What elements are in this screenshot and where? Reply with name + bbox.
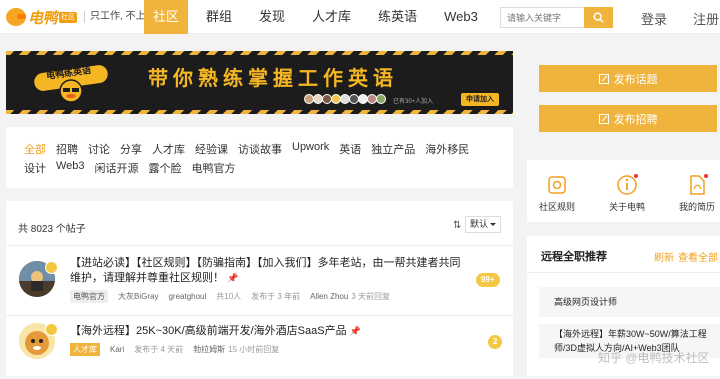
category-talent[interactable]: 人才库 xyxy=(152,141,185,160)
post-meta: 电鸭官方 大灰BiGray greatghoul 共10人 发布于 3 年前 A… xyxy=(70,290,400,303)
gear-icon xyxy=(546,174,568,196)
post-time: 发布于 3 年前 xyxy=(251,292,301,301)
post-meta: 人才库 Kari 发布于 4 天前 勃拉姆斯 15 小时前回复 xyxy=(70,343,289,356)
nav-talent[interactable]: 人才库 xyxy=(303,0,360,34)
reply-count-badge: 2 xyxy=(488,335,503,349)
post-list: 共 8023 个帖子 ⇅ 默认 【进站必读】【社区规则】【防骗指南】【加入我们】… xyxy=(6,201,513,376)
nav-groups[interactable]: 群组 xyxy=(197,0,241,34)
banner-stripe-bottom xyxy=(6,110,513,114)
logo-text: 电鸭 xyxy=(28,9,58,27)
sort-select[interactable]: 默认 xyxy=(465,216,501,233)
search-icon xyxy=(593,12,604,23)
category-filter: 全部 招聘 讨论 分享 人才库 经验课 访谈故事 Upwork 英语 独立产品 … xyxy=(6,127,513,188)
login-link[interactable]: 登录 xyxy=(641,9,667,28)
post-item[interactable]: 【进站必读】【社区规则】【防骗指南】【加入我们】多年老站，由一帮共建者共同维护，… xyxy=(6,252,513,314)
category-showface[interactable]: 露个脸 xyxy=(149,160,182,179)
main-nav: 社区 群组 发现 人才库 练英语 Web3 xyxy=(144,0,496,34)
sort-icon: ⇅ xyxy=(453,220,462,231)
top-navbar: 电鸭 社区 只工作, 不上班 社区 群组 发现 人才库 练英语 Web3 登录 … xyxy=(0,0,720,34)
category-row: 设计 Web3 闲话开源 露个脸 电鸭官方 xyxy=(24,160,513,179)
category-immigration[interactable]: 海外移民 xyxy=(425,141,469,160)
divider xyxy=(527,272,720,273)
search-box xyxy=(500,7,613,28)
banner-member-count: 已有30+人加入 xyxy=(393,99,434,105)
post-title[interactable]: 【进站必读】【社区规则】【防骗指南】【加入我们】多年老站，由一帮共建者共同维护，… xyxy=(70,256,470,286)
watermark: 知乎 @电鸭技术社区 xyxy=(598,351,710,365)
category-interview[interactable]: 访谈故事 xyxy=(238,141,282,160)
pin-icon: 📌 xyxy=(349,326,361,336)
post-count: 共 8023 个帖子 xyxy=(18,224,86,235)
category-all[interactable]: 全部 xyxy=(24,141,46,160)
english-banner[interactable]: 电鸭练英语 带你熟练掌握工作英语 已有30+人加入 申请加入 xyxy=(6,51,513,114)
job-item[interactable]: 高级网页设计师 xyxy=(539,287,720,317)
quick-link-resume[interactable]: 我的简历 xyxy=(667,174,720,213)
category-discuss[interactable]: 讨论 xyxy=(88,141,110,160)
post-last-reply: 3 天前回复 xyxy=(351,292,390,301)
nav-web3[interactable]: Web3 xyxy=(435,0,487,34)
quick-link-label: 我的简历 xyxy=(678,202,715,212)
publish-topic-button[interactable]: 发布话题 xyxy=(539,65,717,92)
category-indie[interactable]: 独立产品 xyxy=(371,141,415,160)
post-last-replier[interactable]: Allen Zhou xyxy=(310,292,348,301)
category-official[interactable]: 电鸭官方 xyxy=(192,160,236,179)
quick-link-about[interactable]: 关于电鸭 xyxy=(597,174,657,213)
level-badge-icon xyxy=(45,261,58,274)
category-design[interactable]: 设计 xyxy=(24,160,46,179)
info-icon xyxy=(616,174,638,196)
pin-icon: 📌 xyxy=(227,273,239,283)
divider xyxy=(6,245,513,246)
category-web3[interactable]: Web3 xyxy=(56,160,85,179)
jobs-title: 远程全职推荐 xyxy=(541,251,607,263)
divider xyxy=(6,315,513,316)
quick-links: 社区规则 关于电鸭 我的简历 xyxy=(527,160,720,222)
post-author[interactable]: Kari xyxy=(110,345,124,354)
duck-logo-icon xyxy=(6,8,26,26)
notification-dot xyxy=(704,174,708,178)
level-badge-icon xyxy=(45,323,58,336)
register-link[interactable]: 注册 xyxy=(693,9,719,28)
pdf-file-icon xyxy=(686,174,708,196)
notification-dot xyxy=(634,174,638,178)
quick-link-label: 社区规则 xyxy=(538,202,575,212)
search-input[interactable] xyxy=(500,7,584,28)
quick-link-label: 关于电鸭 xyxy=(608,202,645,212)
post-time: 发布于 4 天前 xyxy=(134,345,184,354)
post-last-reply: 15 小时前回复 xyxy=(228,345,280,354)
publish-recruit-button[interactable]: 发布招聘 xyxy=(539,105,717,132)
category-row: 全部 招聘 讨论 分享 人才库 经验课 访谈故事 Upwork 英语 独立产品 … xyxy=(24,141,513,160)
logo-badge: 社区 xyxy=(59,11,78,23)
member-avatars xyxy=(304,94,386,104)
edit-icon xyxy=(598,73,609,84)
site-logo[interactable]: 电鸭 社区 xyxy=(6,8,78,27)
reply-count-badge: 99+ xyxy=(476,273,500,287)
nav-discover[interactable]: 发现 xyxy=(250,0,294,34)
search-button[interactable] xyxy=(584,7,613,28)
post-last-replier[interactable]: 勃拉姆斯 xyxy=(193,344,225,355)
view-all-link[interactable]: 查看全部 xyxy=(678,249,718,264)
edit-icon xyxy=(598,113,609,124)
banner-title: 带你熟练掌握工作英语 xyxy=(148,68,398,90)
post-author[interactable]: 大灰BiGray xyxy=(118,291,158,302)
category-recruit[interactable]: 招聘 xyxy=(56,141,78,160)
category-course[interactable]: 经验课 xyxy=(195,141,228,160)
post-repliers[interactable]: greatghoul xyxy=(168,292,206,301)
refresh-link[interactable]: 刷新 xyxy=(654,249,674,264)
avatar xyxy=(376,94,386,104)
category-english[interactable]: 英语 xyxy=(339,141,361,160)
category-upwork[interactable]: Upwork xyxy=(292,141,329,160)
category-opensource[interactable]: 闲话开源 xyxy=(95,160,139,179)
post-tag[interactable]: 电鸭官方 xyxy=(70,290,108,303)
publish-recruit-label: 发布招聘 xyxy=(613,113,658,126)
category-share[interactable]: 分享 xyxy=(120,141,142,160)
post-members: 共10人 xyxy=(216,292,242,301)
banner-stripe-top xyxy=(6,51,513,55)
publish-topic-label: 发布话题 xyxy=(613,73,658,86)
banner-join-button[interactable]: 申请加入 xyxy=(461,93,499,106)
post-title[interactable]: 【海外远程】25K~30K/高级前端开发/海外酒店SaaS产品 📌 xyxy=(70,324,470,339)
nav-community[interactable]: 社区 xyxy=(144,0,189,34)
post-tag[interactable]: 人才库 xyxy=(70,343,100,356)
nav-english[interactable]: 练英语 xyxy=(369,0,426,34)
quick-link-rules[interactable]: 社区规则 xyxy=(527,174,587,213)
